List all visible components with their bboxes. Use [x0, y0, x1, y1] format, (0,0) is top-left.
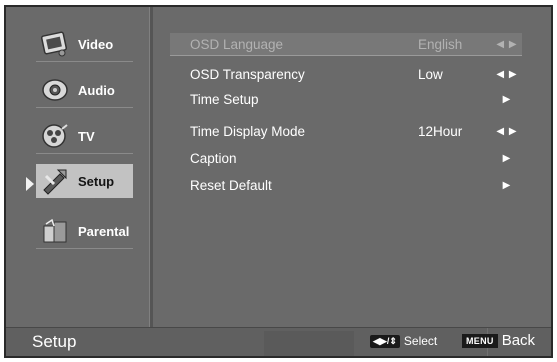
- row-value: English: [418, 36, 463, 52]
- settings-list: OSD Language English ◀ ▶ OSD Transparenc…: [156, 7, 546, 327]
- row-value: Low: [418, 66, 443, 82]
- sidebar-item-label: Audio: [78, 82, 115, 98]
- active-pointer-icon: [26, 177, 34, 191]
- time-setup-row[interactable]: Time Setup ▶: [188, 88, 518, 110]
- video-icon: [40, 29, 70, 59]
- menu-key-icon: MENU: [462, 333, 498, 348]
- sidebar-item-setup[interactable]: Setup: [36, 164, 133, 198]
- caption-row[interactable]: Caption ▶: [188, 147, 518, 169]
- left-right-arrows-icon: ◀ ▶: [496, 125, 518, 137]
- osd-transparency-row[interactable]: OSD Transparency Low ◀ ▶: [188, 63, 518, 85]
- left-right-arrows-icon: ◀ ▶: [496, 68, 518, 80]
- page-title: Setup: [32, 332, 77, 351]
- sidebar-item-label: TV: [78, 128, 95, 144]
- sidebar-item-label: Video: [78, 36, 114, 52]
- sidebar-item-label: Setup: [78, 173, 115, 189]
- bottom-status-bar: Setup ◀▶/⇕ Select MENU Back: [6, 327, 551, 356]
- audio-icon: [40, 75, 70, 105]
- right-arrow-icon: ▶: [502, 179, 512, 191]
- reset-default-row[interactable]: Reset Default ▶: [188, 174, 518, 196]
- left-right-arrows-icon: ◀ ▶: [496, 38, 518, 50]
- row-label: OSD Language: [190, 36, 284, 52]
- row-label: OSD Transparency: [190, 66, 305, 82]
- row-value: 12Hour: [418, 123, 463, 139]
- osd-language-row[interactable]: OSD Language English ◀ ▶: [188, 33, 518, 55]
- back-button[interactable]: MENU Back: [462, 332, 535, 349]
- panel-divider: [149, 7, 153, 327]
- time-display-mode-row[interactable]: Time Display Mode 12Hour ◀ ▶: [188, 120, 518, 142]
- select-hint: ◀▶/⇕ Select: [370, 334, 437, 348]
- row-label: Reset Default: [190, 177, 272, 193]
- back-label: Back: [501, 332, 536, 349]
- right-arrow-icon: ▶: [502, 152, 512, 164]
- row-label: Caption: [190, 150, 237, 166]
- row-label: Time Setup: [190, 91, 259, 107]
- category-sidebar: Video Audio TV Setup Parental: [6, 7, 146, 327]
- sidebar-item-video[interactable]: Video: [36, 27, 133, 62]
- row-label: Time Display Mode: [190, 123, 306, 139]
- right-arrow-icon: ▶: [502, 93, 512, 105]
- sidebar-item-tv[interactable]: TV: [36, 119, 133, 154]
- setup-menu-screen: Video Audio TV Setup Parental OSD Langua…: [4, 5, 553, 358]
- sidebar-item-audio[interactable]: Audio: [36, 73, 133, 108]
- navigation-keys-icon: ◀▶/⇕: [370, 334, 400, 348]
- bottom-panel-shade: [264, 331, 354, 356]
- setup-icon: [40, 166, 70, 196]
- sidebar-item-parental[interactable]: Parental: [36, 214, 133, 249]
- select-hint-label: Select: [403, 334, 438, 348]
- parental-icon: [40, 216, 70, 246]
- tv-icon: [40, 121, 70, 151]
- sidebar-item-label: Parental: [78, 223, 130, 239]
